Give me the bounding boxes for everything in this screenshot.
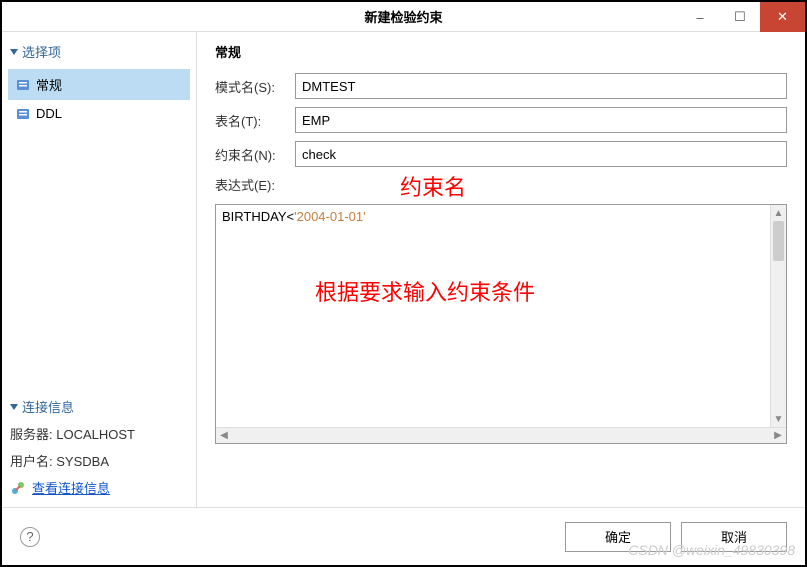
table-label: 表名(T):	[215, 111, 287, 130]
schema-label: 模式名(S):	[215, 77, 287, 96]
connection-icon	[10, 480, 26, 496]
sidebar-item-general[interactable]: 常规	[8, 69, 190, 100]
table-input[interactable]	[295, 107, 787, 133]
window-buttons: – ☐ ✕	[680, 2, 805, 32]
scroll-up-icon[interactable]: ▲	[771, 205, 786, 221]
window-title: 新建检验约束	[364, 7, 442, 26]
sidebar-item-ddl[interactable]: DDL	[8, 100, 190, 127]
props-icon	[16, 107, 30, 121]
constraint-label: 约束名(N):	[215, 145, 287, 164]
sidebar: 选择项 常规 DDL 连接信息 服务器: LOCALHOST	[2, 32, 197, 507]
cancel-button[interactable]: 取消	[681, 522, 787, 552]
sidebar-item-label: 常规	[36, 75, 62, 94]
scroll-left-icon[interactable]: ◀	[216, 428, 232, 443]
chevron-down-icon	[10, 49, 18, 55]
vertical-scrollbar[interactable]: ▲ ▼	[770, 205, 786, 427]
help-button[interactable]: ?	[20, 527, 40, 547]
dialog-footer: ? 确定 取消	[2, 507, 805, 565]
expression-textarea[interactable]: BIRTHDAY<'2004-01-01' ▲ ▼ ◀ ▶	[215, 204, 787, 444]
sidebar-section-options[interactable]: 选择项	[8, 38, 190, 65]
annotation-expression-hint: 根据要求输入约束条件	[315, 275, 535, 307]
sidebar-item-label: DDL	[36, 106, 62, 121]
maximize-button[interactable]: ☐	[720, 2, 760, 32]
connection-server: 服务器: LOCALHOST	[8, 420, 190, 447]
chevron-down-icon	[10, 404, 18, 410]
ok-button[interactable]: 确定	[565, 522, 671, 552]
content-heading: 常规	[215, 42, 787, 73]
sidebar-section-label: 连接信息	[22, 397, 74, 416]
props-icon	[16, 78, 30, 92]
close-button[interactable]: ✕	[760, 2, 805, 32]
constraint-input[interactable]	[295, 141, 787, 167]
minimize-button[interactable]: –	[680, 2, 720, 32]
expression-code: BIRTHDAY<'2004-01-01'	[216, 205, 786, 229]
scroll-down-icon[interactable]: ▼	[771, 411, 786, 427]
annotation-constraint-name: 约束名	[400, 170, 466, 202]
expression-label: 表达式(E):	[215, 175, 287, 194]
horizontal-scrollbar[interactable]: ◀ ▶	[216, 427, 786, 443]
sidebar-section-connection[interactable]: 连接信息	[8, 393, 190, 420]
schema-input[interactable]	[295, 73, 787, 99]
scroll-thumb[interactable]	[773, 221, 784, 261]
title-bar: 新建检验约束 – ☐ ✕	[2, 2, 805, 32]
connection-user: 用户名: SYSDBA	[8, 447, 190, 474]
scroll-right-icon[interactable]: ▶	[770, 428, 786, 443]
sidebar-section-label: 选择项	[22, 42, 61, 61]
view-connection-link[interactable]: 查看连接信息	[8, 474, 190, 501]
content-panel: 常规 模式名(S): 表名(T): 约束名(N): 表达式(E): BIRTHD…	[197, 32, 805, 507]
